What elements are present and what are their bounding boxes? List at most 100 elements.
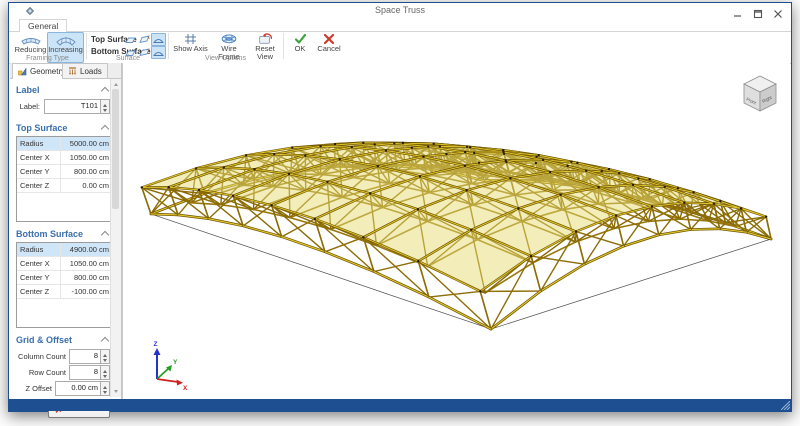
row-count-caption: Row Count (14, 368, 66, 377)
collapse-grid-offset-chevron-icon[interactable] (101, 337, 109, 345)
row-label: Center X (17, 151, 61, 164)
y-axis-label: Y (173, 359, 178, 366)
group-separator (168, 33, 169, 59)
row-value: 1050.00 cm (61, 257, 112, 270)
row-value: 800.00 cm (61, 165, 112, 178)
table-row[interactable]: Radius 5000.00 cm (17, 137, 112, 151)
row-value: 1050.00 cm (61, 151, 112, 164)
row-value: -100.00 cm (61, 285, 112, 298)
group-separator (86, 33, 87, 59)
space-truss-window: Space Truss General Reducing (8, 2, 792, 412)
top-surface-sloped-button[interactable] (137, 33, 152, 46)
table-row[interactable]: Center X 1050.00 cm (17, 257, 112, 271)
geometry-icon (18, 67, 27, 76)
cancel-label: Cancel (317, 45, 340, 54)
column-count-value: 8 (70, 350, 100, 363)
top-surface-flat-button[interactable] (123, 33, 138, 46)
geometry-tab-label: Geometry (30, 67, 65, 76)
geometry-panel: Label Label: T101 Top Surface Radius 500… (10, 79, 122, 399)
reset-view-icon (258, 33, 273, 45)
scroll-up-icon[interactable] (114, 81, 118, 86)
bottom-surface-table: Radius 4900.00 cm Center X 1050.00 cm Ce… (16, 242, 113, 328)
column-count-spinner[interactable] (100, 350, 109, 363)
z-offset-value: 0.00 cm (56, 382, 100, 395)
table-row[interactable]: Center Z -100.00 cm (17, 285, 112, 299)
collapse-label-chevron-icon[interactable] (101, 87, 109, 95)
row-value: 4900.00 cm (61, 243, 112, 256)
row-value: 0.00 cm (61, 179, 112, 192)
flat-surface-icon (125, 36, 136, 44)
wire-frame-icon (221, 33, 237, 45)
row-count-input[interactable]: 8 (69, 365, 110, 380)
surface-group-label: Surface (91, 55, 165, 62)
row-label: Center Z (17, 179, 61, 192)
truss-structure (141, 142, 772, 330)
label-spinner[interactable] (100, 100, 109, 113)
curved-surface-icon (153, 36, 164, 44)
collapse-top-surface-chevron-icon[interactable] (101, 125, 109, 133)
ok-label: OK (295, 45, 306, 54)
show-axis-label: Show Axis (173, 45, 208, 54)
row-label: Radius (17, 137, 61, 150)
minimize-button[interactable] (733, 6, 743, 16)
tab-general[interactable]: General (19, 19, 67, 33)
row-label: Center Y (17, 165, 61, 178)
sloped-surface-icon (139, 35, 150, 44)
scrollbar-thumb[interactable] (112, 89, 119, 209)
axis-triad: Z Y X (154, 341, 189, 392)
tab-loads[interactable]: Loads (62, 63, 108, 79)
panel-tab-strip: Geometry Loads (10, 63, 122, 79)
view-options-group-label: View Options (172, 55, 279, 62)
z-axis-arrow-icon (154, 348, 161, 355)
framing-group-label: Framing Type (13, 55, 82, 62)
bottom-surface-section-title: Bottom Surface (16, 229, 83, 239)
table-row[interactable]: Center Z 0.00 cm (17, 179, 112, 193)
column-count-input[interactable]: 8 (69, 349, 110, 364)
row-value: 5000.00 cm (61, 137, 112, 150)
row-label: Radius (17, 243, 61, 256)
ribbon-tab-strip: General (9, 19, 791, 32)
close-button[interactable] (773, 6, 783, 16)
viewport-canvas[interactable]: Front Right Z Y X (123, 63, 790, 399)
maximize-button[interactable] (753, 6, 763, 16)
view-cube[interactable]: Front Right (744, 76, 776, 111)
reducing-label: Reducing (15, 46, 47, 55)
row-count-spinner[interactable] (100, 366, 109, 379)
window-bottom-frame (9, 399, 791, 411)
label-input[interactable]: T101 (44, 99, 110, 114)
row-value: 800.00 cm (61, 271, 112, 284)
table-row[interactable]: Radius 4900.00 cm (17, 243, 112, 257)
scroll-down-icon[interactable] (114, 390, 118, 395)
title-bar[interactable]: Space Truss (9, 3, 791, 19)
window-title: Space Truss (9, 5, 791, 15)
top-surface-curved-button[interactable] (151, 33, 166, 46)
table-row[interactable]: Center Y 800.00 cm (17, 165, 112, 179)
row-label: Center Y (17, 271, 61, 284)
loads-tab-label: Loads (80, 67, 102, 76)
table-row[interactable]: Center X 1050.00 cm (17, 151, 112, 165)
ribbon: Reducing Increasing Framing Type Top Sur… (9, 32, 791, 64)
resize-grip-icon[interactable] (781, 401, 790, 410)
cancel-button[interactable]: Cancel (313, 32, 345, 63)
z-offset-caption: Z Offset (14, 384, 52, 393)
top-surface-table: Radius 5000.00 cm Center X 1050.00 cm Ce… (16, 136, 113, 222)
top-surface-section-title: Top Surface (16, 123, 67, 133)
label-value: T101 (45, 100, 100, 113)
label-section-title: Label (16, 85, 40, 95)
x-axis-label: X (183, 385, 188, 392)
row-label: Center X (17, 257, 61, 270)
3d-viewport[interactable]: Front Right Z Y X (122, 63, 790, 399)
z-offset-spinner[interactable] (100, 382, 109, 395)
loads-icon (68, 67, 77, 76)
row-label: Center Z (17, 285, 61, 298)
row-count-value: 8 (70, 366, 100, 379)
column-count-caption: Column Count (14, 352, 66, 361)
collapse-bottom-surface-chevron-icon[interactable] (101, 231, 109, 239)
increasing-label: Increasing (48, 46, 83, 55)
label-field-caption: Label: (18, 102, 40, 111)
panel-scrollbar[interactable] (110, 79, 121, 397)
z-axis-label: Z (154, 341, 158, 348)
table-row[interactable]: Center Y 800.00 cm (17, 271, 112, 285)
ok-button[interactable]: OK (287, 32, 313, 63)
z-offset-input[interactable]: 0.00 cm (55, 381, 110, 396)
